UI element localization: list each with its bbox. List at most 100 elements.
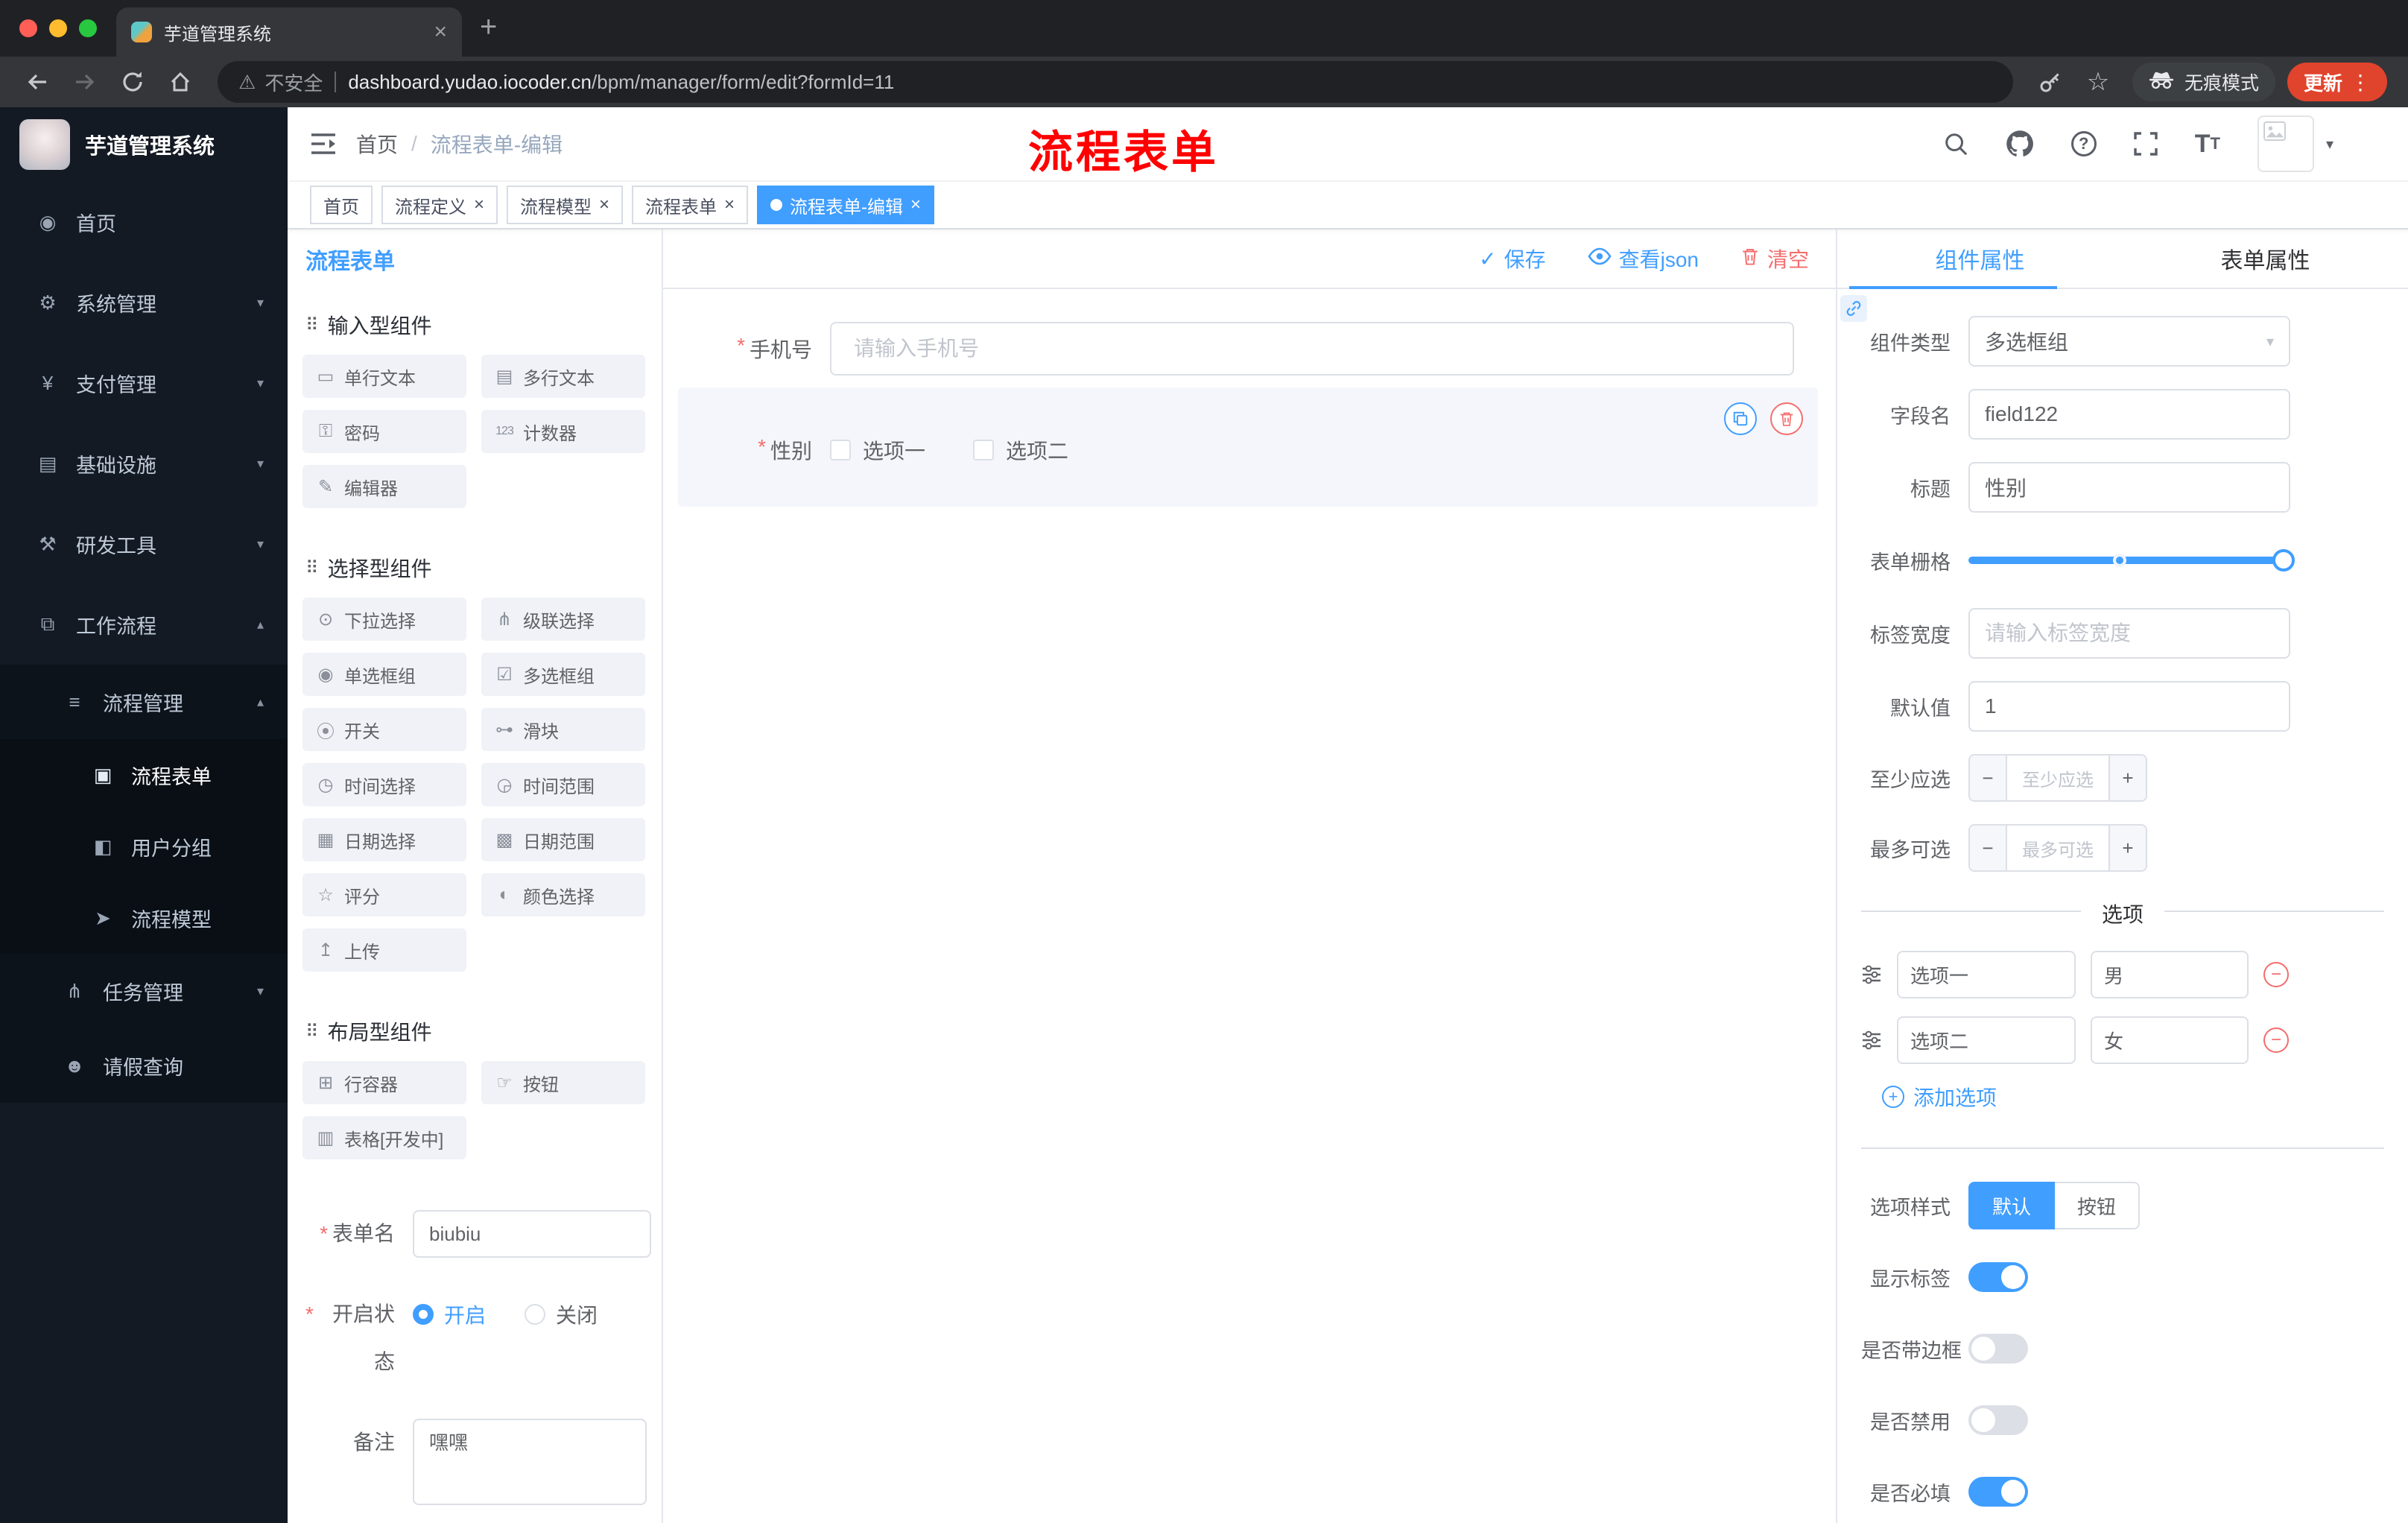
drag-handle-icon[interactable]: [1861, 964, 1885, 985]
decrease-button[interactable]: −: [1970, 826, 2007, 870]
style-button-button[interactable]: 按钮: [2055, 1182, 2141, 1229]
home-icon[interactable]: [158, 61, 203, 103]
disabled-switch[interactable]: [1968, 1405, 2028, 1435]
tag-process-definition[interactable]: 流程定义 ×: [381, 186, 498, 224]
tag-process-model[interactable]: 流程模型 ×: [507, 186, 624, 224]
palette-item-multi-text[interactable]: ▤ 多行文本: [481, 355, 645, 398]
add-option-button[interactable]: + 添加选项: [1882, 1082, 2408, 1112]
remove-option-button[interactable]: −: [2263, 1028, 2289, 1053]
sidebar-item-home[interactable]: ◉ 首页: [0, 182, 288, 262]
tab-component-props[interactable]: 组件属性: [1837, 229, 2123, 289]
help-icon[interactable]: ?: [2070, 131, 2097, 156]
gender-field-selected[interactable]: * 性别 选项一 选项二: [678, 387, 1818, 507]
increase-button[interactable]: +: [2108, 756, 2146, 800]
label-width-input[interactable]: [1968, 608, 2290, 659]
palette-item-upload[interactable]: ↥ 上传: [302, 928, 466, 972]
status-off-radio[interactable]: 关闭: [525, 1299, 598, 1329]
update-button[interactable]: 更新 ⋮: [2287, 63, 2387, 101]
field-name-input[interactable]: [1968, 389, 2290, 440]
browser-menu-icon[interactable]: ⋮: [2350, 70, 2371, 95]
hamburger-icon[interactable]: [288, 107, 356, 180]
palette-item-time-range[interactable]: ◶ 时间范围: [481, 763, 645, 806]
tag-process-form[interactable]: 流程表单 ×: [632, 186, 749, 224]
sidebar-item-process-model[interactable]: ➤ 流程模型: [0, 882, 288, 954]
sidebar-item-infrastructure[interactable]: ▤ 基础设施 ▾: [0, 423, 288, 504]
password-key-icon[interactable]: [2028, 61, 2073, 103]
font-size-icon[interactable]: TT: [2195, 131, 2220, 156]
avatar[interactable]: [2257, 115, 2314, 172]
show-label-switch[interactable]: [1968, 1262, 2028, 1292]
zoom-window-button[interactable]: [79, 19, 97, 37]
sidebar-item-payment[interactable]: ¥ 支付管理 ▾: [0, 343, 288, 423]
phone-field[interactable]: * 手机号: [663, 322, 1836, 376]
palette-item-switch[interactable]: ⦿ 开关: [302, 708, 466, 751]
grid-slider[interactable]: [1968, 535, 2295, 586]
save-button[interactable]: ✓ 保存: [1479, 244, 1545, 273]
sidebar-item-process-management[interactable]: ≡ 流程管理 ▴: [0, 665, 288, 739]
required-switch[interactable]: [1968, 1477, 2028, 1507]
breadcrumb-home[interactable]: 首页: [356, 129, 398, 159]
search-icon[interactable]: [1943, 131, 1968, 156]
palette-item-password[interactable]: ⚿ 密码: [302, 410, 466, 453]
min-select-value[interactable]: 至少应选: [2007, 756, 2108, 800]
phone-input[interactable]: [830, 322, 1794, 376]
remove-option-button[interactable]: −: [2263, 962, 2289, 987]
sidebar-item-leave-query[interactable]: ☻ 请假查询: [0, 1028, 288, 1103]
palette-item-time-picker[interactable]: ◷ 时间选择: [302, 763, 466, 806]
view-json-button[interactable]: 查看json: [1588, 244, 1699, 273]
slider-track[interactable]: [1968, 554, 2290, 567]
option-2-value-input[interactable]: [2091, 1016, 2249, 1064]
sidebar-item-workflow[interactable]: ⧉ 工作流程 ▴: [0, 584, 288, 665]
gender-option-2-checkbox[interactable]: 选项二: [973, 435, 1068, 465]
palette-item-select[interactable]: ⊙ 下拉选择: [302, 598, 466, 641]
forward-icon[interactable]: [63, 61, 107, 103]
close-icon[interactable]: ×: [599, 196, 609, 214]
option-1-value-input[interactable]: [2091, 951, 2249, 998]
palette-item-cascader[interactable]: ⋔ 级联选择: [481, 598, 645, 641]
clear-button[interactable]: 清空: [1740, 244, 1809, 273]
minimize-window-button[interactable]: [49, 19, 67, 37]
canvas-area[interactable]: *手机号 *性别 选项一: [663, 289, 1836, 1523]
title-input[interactable]: [1968, 462, 2290, 513]
reload-icon[interactable]: [110, 61, 155, 103]
back-icon[interactable]: [15, 61, 60, 103]
palette-item-checkbox-group[interactable]: ☑ 多选框组: [481, 653, 645, 696]
sidebar-item-task-management[interactable]: ⋔ 任务管理 ▾: [0, 954, 288, 1028]
palette-item-slider[interactable]: ⊶ 滑块: [481, 708, 645, 751]
increase-button[interactable]: +: [2108, 826, 2146, 870]
palette-item-color-picker[interactable]: ◐ 颜色选择: [481, 873, 645, 916]
form-remark-input[interactable]: 嘿嘿: [413, 1419, 647, 1505]
tag-home[interactable]: 首页: [310, 186, 373, 224]
browser-tab[interactable]: 芋道管理系统 ×: [116, 7, 462, 57]
user-menu[interactable]: ▾: [2257, 115, 2333, 172]
default-value-input[interactable]: [1968, 681, 2290, 732]
drag-handle-icon[interactable]: [1861, 1030, 1885, 1051]
border-switch[interactable]: [1968, 1334, 2028, 1364]
address-bar[interactable]: ⚠ 不安全 dashboard.yudao.iocoder.cn/bpm/man…: [218, 61, 2013, 103]
palette-item-radio-group[interactable]: ◉ 单选框组: [302, 653, 466, 696]
copy-field-button[interactable]: [1724, 402, 1757, 435]
fullscreen-icon[interactable]: [2134, 132, 2158, 156]
tag-process-form-edit[interactable]: 流程表单-编辑 ×: [757, 186, 935, 224]
tab-form-props[interactable]: 表单属性: [2123, 229, 2408, 288]
decrease-button[interactable]: −: [1970, 756, 2007, 800]
sidebar-item-process-form[interactable]: ▣ 流程表单: [0, 739, 288, 811]
palette-item-editor[interactable]: ✎ 编辑器: [302, 465, 466, 508]
max-select-value[interactable]: 最多可选: [2007, 826, 2108, 870]
close-icon[interactable]: ×: [724, 196, 735, 214]
palette-item-date-picker[interactable]: ▦ 日期选择: [302, 818, 466, 861]
status-on-radio[interactable]: 开启: [413, 1299, 486, 1329]
palette-item-button[interactable]: ☞ 按钮: [481, 1061, 645, 1104]
tab-close-icon[interactable]: ×: [434, 21, 447, 43]
palette-item-date-range[interactable]: ▩ 日期范围: [481, 818, 645, 861]
sidebar-item-system[interactable]: ⚙ 系统管理 ▾: [0, 262, 288, 343]
palette-item-counter[interactable]: 123 计数器: [481, 410, 645, 453]
palette-item-table[interactable]: ▥ 表格[开发中]: [302, 1116, 466, 1159]
style-default-button[interactable]: 默认: [1968, 1182, 2056, 1229]
close-icon[interactable]: ×: [910, 196, 921, 214]
sidebar-item-devtools[interactable]: ⚒ 研发工具 ▾: [0, 504, 288, 584]
github-icon[interactable]: [2006, 130, 2034, 158]
gender-option-1-checkbox[interactable]: 选项一: [830, 435, 925, 465]
component-type-select[interactable]: 多选框组 ▾: [1968, 316, 2290, 367]
bookmark-star-icon[interactable]: ☆: [2076, 61, 2120, 103]
